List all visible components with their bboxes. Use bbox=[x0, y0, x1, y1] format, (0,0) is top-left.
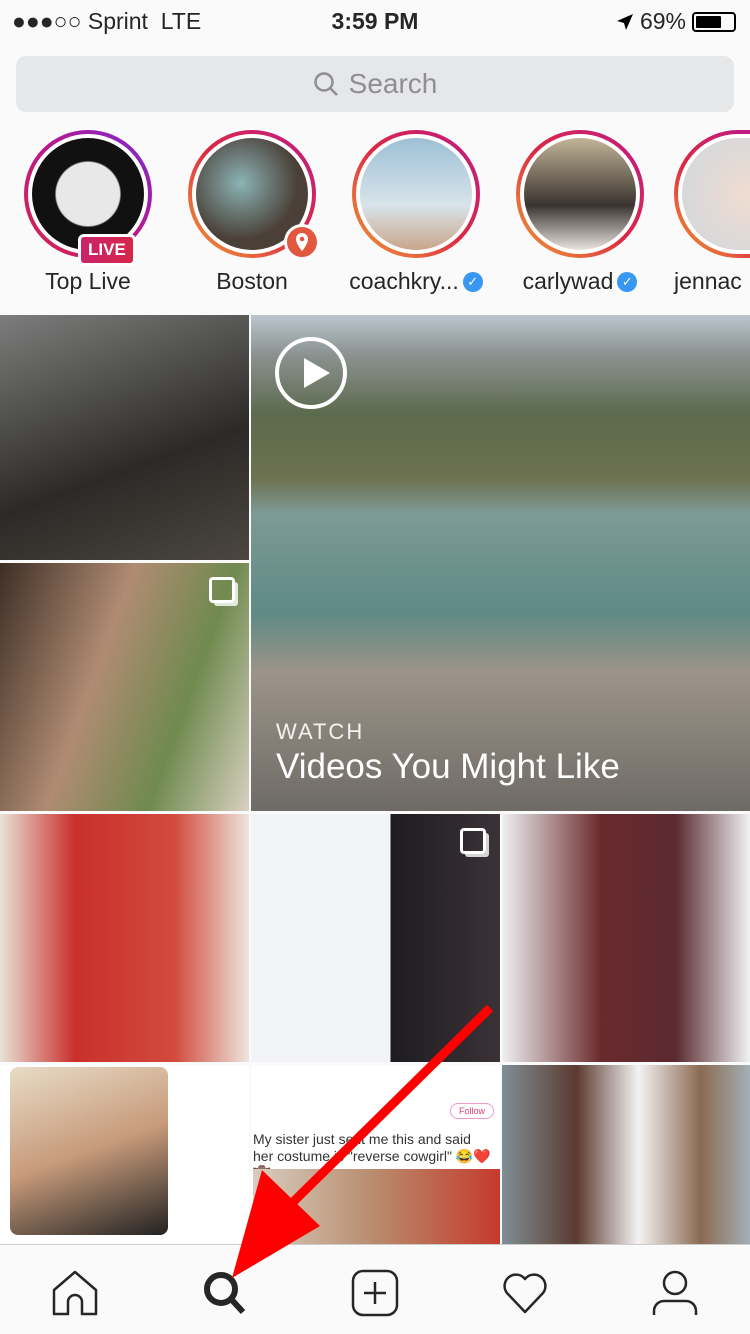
story-carlywad[interactable]: carlywad ✓ bbox=[510, 130, 650, 295]
tab-home[interactable] bbox=[45, 1263, 105, 1323]
tab-activity[interactable] bbox=[495, 1263, 555, 1323]
home-icon bbox=[52, 1270, 98, 1316]
story-jennac[interactable]: jennac bbox=[674, 130, 750, 295]
multiple-photos-icon bbox=[209, 577, 235, 603]
tab-bar bbox=[0, 1244, 750, 1334]
story-avatar bbox=[524, 138, 636, 250]
battery-icon bbox=[692, 11, 736, 32]
search-placeholder: Search bbox=[348, 68, 438, 99]
heart-icon bbox=[503, 1273, 547, 1314]
grid-post[interactable] bbox=[502, 814, 750, 1062]
profile-icon bbox=[652, 1270, 698, 1315]
multiple-photos-icon bbox=[460, 828, 486, 854]
story-label: coachkry... bbox=[349, 268, 459, 294]
play-icon[interactable] bbox=[275, 337, 347, 409]
verified-badge-icon: ✓ bbox=[617, 271, 638, 292]
tab-profile[interactable] bbox=[645, 1263, 705, 1323]
follow-label: Follow bbox=[449, 1103, 494, 1119]
story-label: jennac bbox=[674, 268, 742, 294]
battery-percent: 69% bbox=[639, 8, 686, 34]
location-arrow-icon bbox=[616, 13, 633, 30]
grid-post[interactable] bbox=[251, 814, 500, 1062]
search-icon bbox=[313, 72, 338, 96]
stories-tray: LIVE Top Live Boston coachkry... ✓ carlyw… bbox=[0, 130, 750, 310]
featured-video-tile[interactable]: WATCH Videos You Might Like bbox=[251, 315, 750, 811]
verified-badge-icon: ✓ bbox=[462, 271, 483, 292]
search-input[interactable]: Search bbox=[16, 56, 734, 112]
featured-title: Videos You Might Like bbox=[276, 747, 620, 786]
story-top-live[interactable]: LIVE Top Live bbox=[18, 130, 158, 295]
story-boston[interactable]: Boston bbox=[182, 130, 322, 295]
live-badge: LIVE bbox=[78, 234, 136, 266]
story-label: Boston bbox=[216, 268, 288, 294]
story-label: Top Live bbox=[45, 268, 131, 294]
story-coachkry[interactable]: coachkry... ✓ bbox=[346, 130, 486, 295]
story-avatar bbox=[360, 138, 472, 250]
story-avatar bbox=[682, 138, 750, 250]
grid-post[interactable] bbox=[0, 814, 249, 1062]
tab-new-post[interactable] bbox=[345, 1263, 405, 1323]
grid-post[interactable] bbox=[0, 563, 249, 811]
grid-post[interactable] bbox=[502, 1065, 750, 1245]
search-icon bbox=[204, 1272, 246, 1315]
grid-post[interactable]: Follow My sister just sent me this and s… bbox=[251, 1065, 500, 1245]
story-label: carlywad bbox=[522, 268, 614, 294]
tab-search[interactable] bbox=[195, 1263, 255, 1323]
status-bar: ●●●○○ Sprint LTE 3:59 PM 69% bbox=[0, 0, 750, 40]
featured-kicker: WATCH bbox=[276, 719, 365, 744]
grid-post[interactable] bbox=[0, 315, 249, 560]
plus-square-icon bbox=[351, 1269, 399, 1317]
location-pin-icon bbox=[284, 224, 320, 260]
grid-post[interactable] bbox=[0, 1065, 249, 1245]
